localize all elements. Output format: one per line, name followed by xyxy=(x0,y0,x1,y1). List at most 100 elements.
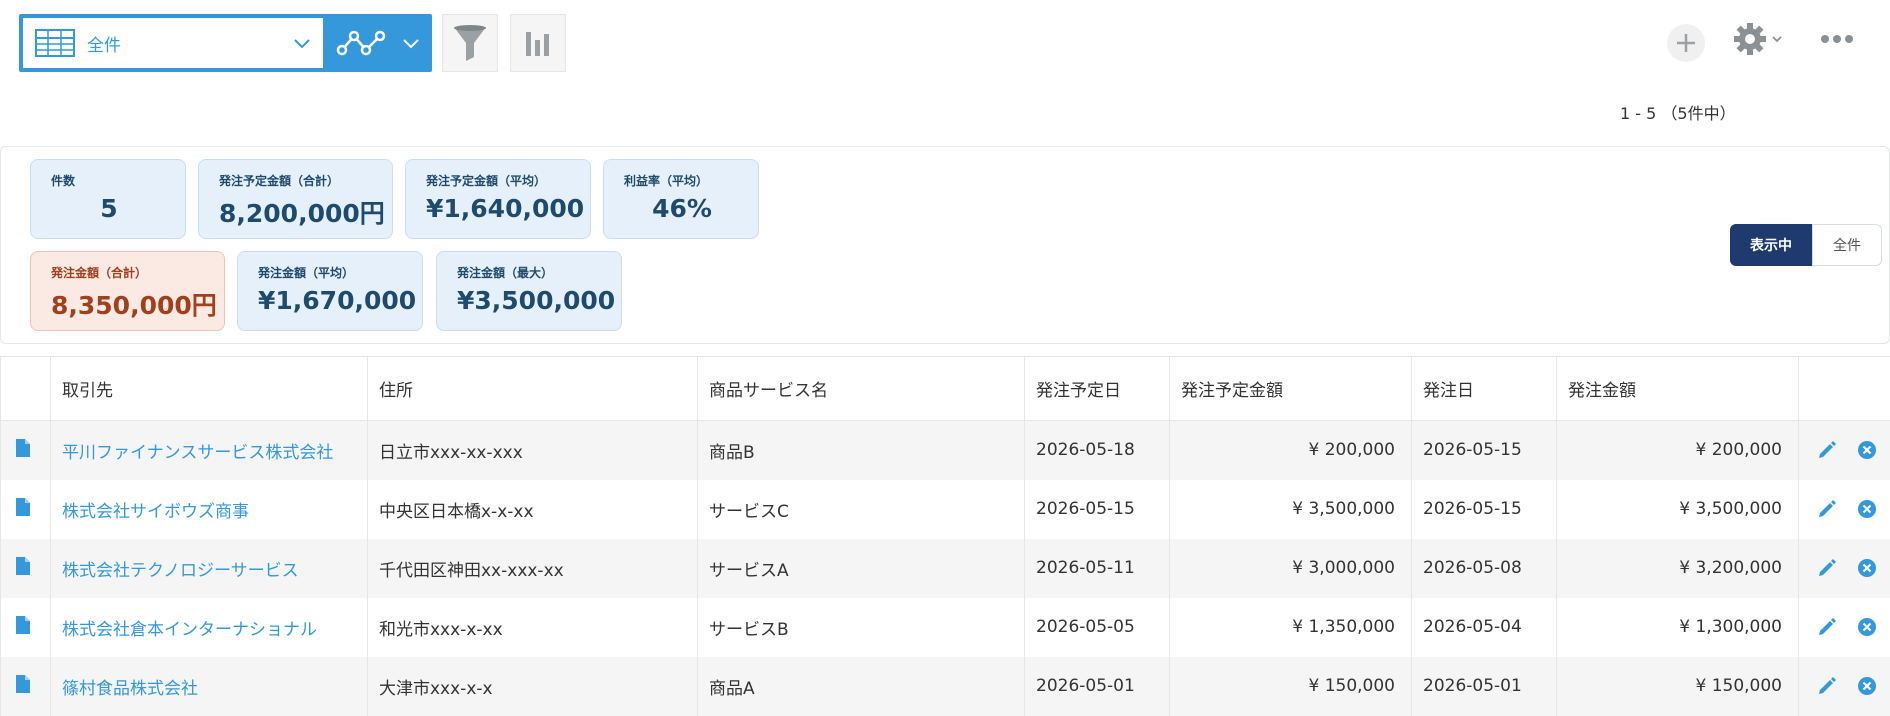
cell-address: 千代田区神田xx-xxx-xx xyxy=(368,539,698,598)
pencil-icon[interactable] xyxy=(1817,558,1837,578)
cell-client[interactable]: 株式会社倉本インターナショナル xyxy=(51,598,368,657)
scope-displayed-button[interactable]: 表示中 xyxy=(1730,224,1812,266)
aggregate-card: 利益率（平均） 46% xyxy=(603,159,759,239)
cell-planned-amount: ¥ 3,000,000 xyxy=(1170,539,1412,598)
column-header[interactable]: 発注予定日 xyxy=(1025,357,1170,421)
filter-button[interactable] xyxy=(442,14,498,72)
pencil-icon[interactable] xyxy=(1817,499,1837,519)
column-header[interactable]: 取引先 xyxy=(51,357,368,421)
bar-chart-icon xyxy=(524,28,552,58)
aggregate-card: 発注予定金額（平均） ¥1,640,000 xyxy=(405,159,591,239)
chevron-down-icon xyxy=(1771,32,1783,46)
aggregate-title: 発注金額（最大） xyxy=(457,264,553,281)
cell-product: サービスB xyxy=(698,598,1025,657)
aggregate-value: ¥1,670,000 xyxy=(258,286,416,315)
detail-link[interactable] xyxy=(1,657,51,716)
scope-toggle: 表示中 全件 xyxy=(1730,224,1882,266)
column-header[interactable]: 発注日 xyxy=(1412,357,1557,421)
cell-client[interactable]: 篠村食品株式会社 xyxy=(51,657,368,716)
detail-link[interactable] xyxy=(1,480,51,539)
cell-address: 中央区日本橋x-x-xx xyxy=(368,480,698,539)
cell-order-date: 2026-05-04 xyxy=(1412,598,1557,657)
view-label: 全件 xyxy=(87,31,121,56)
cell-planned-amount: ¥ 150,000 xyxy=(1170,657,1412,716)
cell-actions xyxy=(1799,539,1890,598)
detail-link[interactable] xyxy=(1,421,51,480)
pencil-icon[interactable] xyxy=(1817,676,1837,696)
toolbar: 全件 xyxy=(0,0,1890,90)
cell-actions xyxy=(1799,480,1890,539)
cell-product: 商品A xyxy=(698,657,1025,716)
aggregate-value: 5 xyxy=(31,194,187,223)
cell-actions xyxy=(1799,598,1890,657)
graph-dropdown[interactable] xyxy=(323,14,432,72)
more-icon xyxy=(1820,33,1854,45)
cell-planned-date: 2026-05-15 xyxy=(1025,480,1170,539)
column-header-actions xyxy=(1799,357,1890,421)
column-header-detail xyxy=(1,357,51,421)
pagination-info: 1 - 5 （5件中） xyxy=(1620,100,1736,124)
cell-client[interactable]: 株式会社テクノロジーサービス xyxy=(51,539,368,598)
aggregate-card-highlight: 発注金額（合計） 8,350,000円 xyxy=(30,251,225,331)
cell-order-date: 2026-05-08 xyxy=(1412,539,1557,598)
gear-icon xyxy=(1733,22,1767,56)
aggregate-title: 件数 xyxy=(51,172,75,189)
cell-client[interactable]: 株式会社サイボウズ商事 xyxy=(51,480,368,539)
delete-icon[interactable] xyxy=(1857,499,1877,519)
document-icon xyxy=(15,438,31,458)
table-row: 株式会社テクノロジーサービス 千代田区神田xx-xxx-xx サービスA 202… xyxy=(1,539,1890,598)
column-header[interactable]: 住所 xyxy=(368,357,698,421)
filter-icon xyxy=(452,23,488,63)
aggregate-title: 発注予定金額（平均） xyxy=(426,172,546,189)
view-selector[interactable]: 全件 xyxy=(19,14,432,72)
cell-address: 日立市xxx-xx-xxx xyxy=(368,421,698,480)
plus-icon xyxy=(1675,32,1697,54)
delete-icon[interactable] xyxy=(1857,676,1877,696)
view-dropdown[interactable]: 全件 xyxy=(23,18,323,68)
aggregate-value: ¥1,640,000 xyxy=(426,194,584,223)
records-table: 取引先 住所 商品サービス名 発注予定日 発注予定金額 発注日 発注金額 平川フ… xyxy=(0,356,1890,716)
scope-all-button[interactable]: 全件 xyxy=(1812,224,1882,266)
cell-planned-amount: ¥ 3,500,000 xyxy=(1170,480,1412,539)
cell-planned-date: 2026-05-11 xyxy=(1025,539,1170,598)
table-row: 株式会社倉本インターナショナル 和光市xxx-x-xx サービスB 2026-0… xyxy=(1,598,1890,657)
cell-product: 商品B xyxy=(698,421,1025,480)
cell-address: 和光市xxx-x-xx xyxy=(368,598,698,657)
aggregate-card: 発注金額（平均） ¥1,670,000 xyxy=(237,251,423,331)
cell-planned-amount: ¥ 1,350,000 xyxy=(1170,598,1412,657)
document-icon xyxy=(15,615,31,635)
delete-icon[interactable] xyxy=(1857,440,1877,460)
cell-order-amount: ¥ 1,300,000 xyxy=(1557,598,1799,657)
pencil-icon[interactable] xyxy=(1817,440,1837,460)
table-header-row: 取引先 住所 商品サービス名 発注予定日 発注予定金額 発注日 発注金額 xyxy=(1,357,1890,421)
cell-client[interactable]: 平川ファイナンスサービス株式会社 xyxy=(51,421,368,480)
aggregate-value: ¥3,500,000 xyxy=(457,286,615,315)
aggregate-title: 発注金額（合計） xyxy=(51,264,147,281)
cell-order-date: 2026-05-15 xyxy=(1412,480,1557,539)
add-record-button[interactable] xyxy=(1667,24,1705,62)
chevron-down-icon xyxy=(293,32,311,54)
aggregate-value: 8,350,000円 xyxy=(51,286,217,322)
detail-link[interactable] xyxy=(1,539,51,598)
settings-button[interactable] xyxy=(1733,22,1783,56)
aggregate-title: 発注予定金額（合計） xyxy=(219,172,339,189)
delete-icon[interactable] xyxy=(1857,617,1877,637)
column-header[interactable]: 発注金額 xyxy=(1557,357,1799,421)
table-row: 平川ファイナンスサービス株式会社 日立市xxx-xx-xxx 商品B 2026-… xyxy=(1,421,1890,480)
pencil-icon[interactable] xyxy=(1817,617,1837,637)
cell-order-date: 2026-05-15 xyxy=(1412,421,1557,480)
cell-product: サービスC xyxy=(698,480,1025,539)
graph-button[interactable] xyxy=(510,14,566,72)
document-icon xyxy=(15,674,31,694)
cell-order-amount: ¥ 200,000 xyxy=(1557,421,1799,480)
column-header[interactable]: 発注予定金額 xyxy=(1170,357,1412,421)
aggregate-card: 発注予定金額（合計） 8,200,000円 xyxy=(198,159,393,239)
aggregate-title: 発注金額（平均） xyxy=(258,264,354,281)
column-header[interactable]: 商品サービス名 xyxy=(698,357,1025,421)
cell-planned-date: 2026-05-01 xyxy=(1025,657,1170,716)
aggregate-card: 発注金額（最大） ¥3,500,000 xyxy=(436,251,622,331)
more-options-button[interactable] xyxy=(1820,30,1854,49)
detail-link[interactable] xyxy=(1,598,51,657)
delete-icon[interactable] xyxy=(1857,558,1877,578)
cell-order-date: 2026-05-01 xyxy=(1412,657,1557,716)
